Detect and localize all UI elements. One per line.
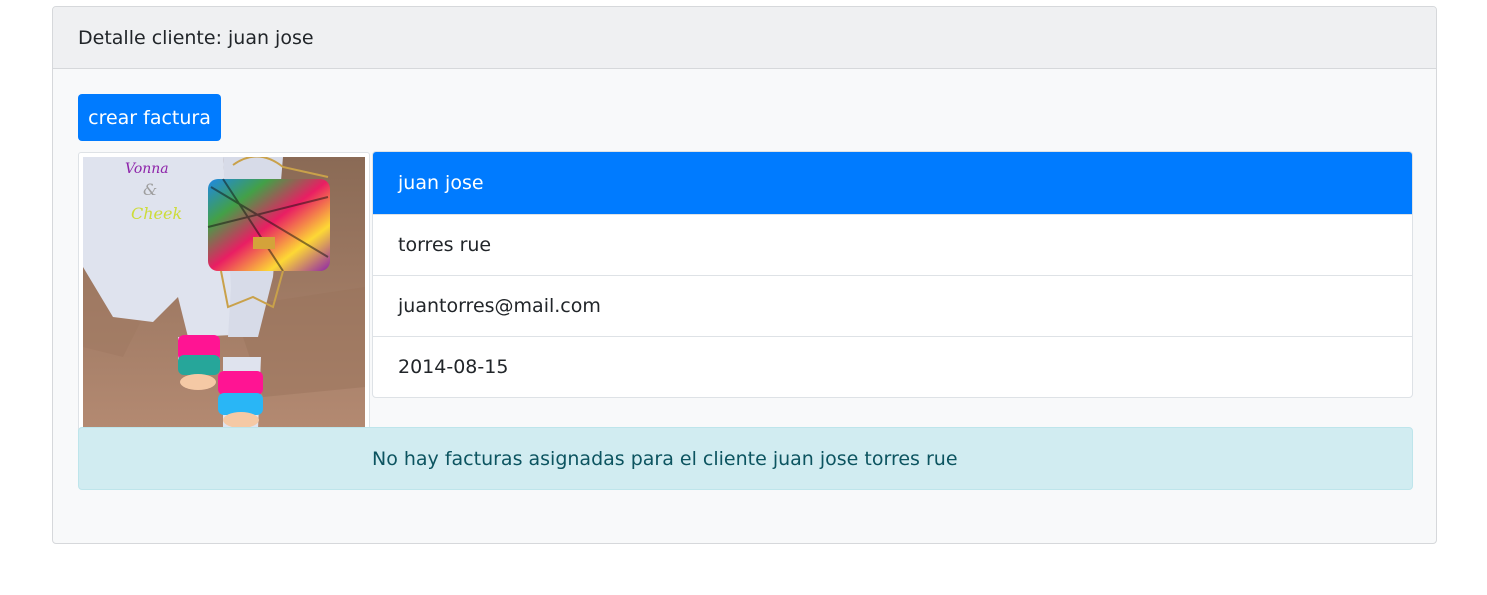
client-name: juan jose <box>373 152 1412 214</box>
client-photo: Vonna & Cheek <box>78 152 370 437</box>
client-info-list: juan jose torres rue juantorres@mail.com… <box>372 151 1413 398</box>
svg-text:Cheek: Cheek <box>131 204 182 223</box>
page-title: Detalle cliente: juan jose <box>78 26 314 49</box>
card-header: Detalle cliente: juan jose <box>53 7 1436 69</box>
client-photo-image: Vonna & Cheek <box>83 157 365 432</box>
svg-text:&: & <box>143 180 157 199</box>
client-detail-card: Detalle cliente: juan jose crear factura <box>52 6 1437 544</box>
client-created-date: 2014-08-15 <box>373 336 1412 397</box>
no-invoices-alert: No hay facturas asignadas para el client… <box>78 427 1413 490</box>
alert-message: No hay facturas asignadas para el client… <box>372 447 958 470</box>
svg-text:Vonna: Vonna <box>125 161 169 177</box>
create-invoice-button[interactable]: crear factura <box>78 94 221 141</box>
client-email: juantorres@mail.com <box>373 275 1412 336</box>
client-surname: torres rue <box>373 214 1412 275</box>
